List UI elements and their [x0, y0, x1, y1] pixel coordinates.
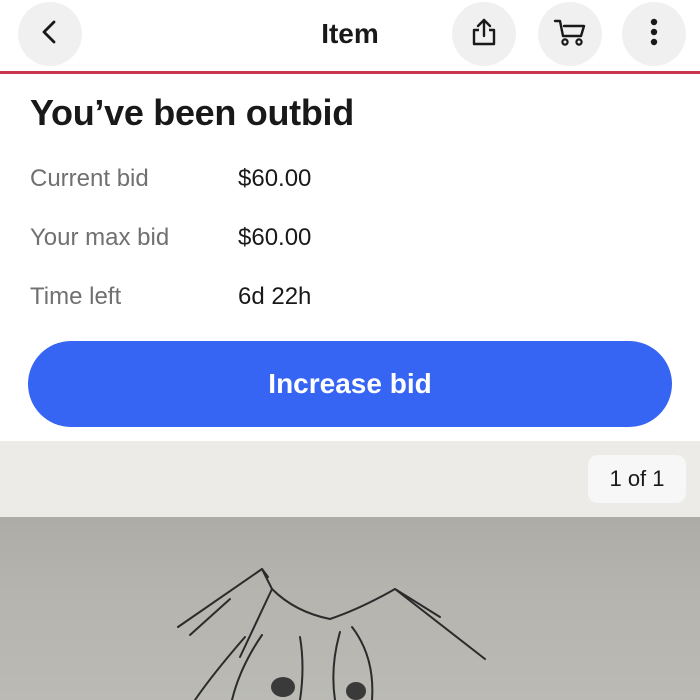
header-divider	[0, 71, 700, 74]
increase-bid-button[interactable]: Increase bid	[28, 341, 672, 427]
outbid-heading: You’ve been outbid	[30, 92, 354, 133]
page-title: Item	[321, 18, 379, 49]
max-bid-label: Your max bid	[30, 224, 170, 251]
time-left-row: Time left 6d 22h	[30, 280, 670, 314]
time-left-value: 6d 22h	[238, 283, 312, 310]
top-navigation-bar: Item	[0, 0, 700, 74]
current-bid-label: Current bid	[30, 165, 149, 192]
cart-button[interactable]	[538, 2, 602, 66]
max-bid-row: Your max bid $60.00	[30, 221, 670, 255]
current-bid-row: Current bid $60.00	[30, 162, 670, 196]
item-photo[interactable]	[0, 517, 700, 700]
current-bid-value: $60.00	[238, 165, 312, 192]
image-counter: 1 of 1	[588, 455, 686, 503]
image-gallery[interactable]: 1 of 1	[0, 441, 700, 700]
sketch-drawing	[177, 568, 486, 700]
time-left-label: Time left	[30, 283, 122, 310]
more-options-button[interactable]	[622, 2, 686, 66]
back-button[interactable]	[18, 2, 82, 66]
cart-icon	[553, 17, 587, 52]
chevron-left-icon	[36, 18, 64, 51]
share-icon	[469, 17, 499, 52]
more-vertical-icon	[649, 17, 659, 52]
share-button[interactable]	[452, 2, 516, 66]
max-bid-value: $60.00	[238, 224, 312, 251]
